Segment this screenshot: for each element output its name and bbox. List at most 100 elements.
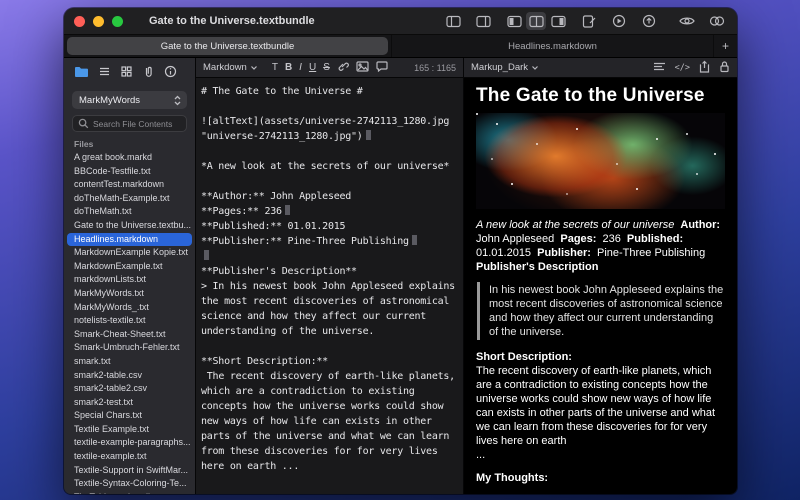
tab-gate-to-the-universe[interactable]: Gate to the Universe.textbundle — [64, 35, 391, 57]
link-chain-icon[interactable] — [337, 60, 349, 75]
zoom-button[interactable] — [112, 16, 123, 27]
list-item[interactable]: MarkdownExample Kopie.txt — [64, 246, 195, 260]
syntax-select-value: Markdown — [203, 62, 247, 73]
new-tab-button[interactable]: + — [713, 35, 737, 57]
editor-line: **Pages:** 236 — [201, 206, 282, 217]
toggle-sidebar-icon[interactable] — [443, 12, 463, 30]
preview-title: The Gate to the Universe — [476, 89, 725, 103]
list-item[interactable]: smark2-table2.csv — [64, 382, 195, 396]
file-list: A great book.markd BBCode-Testfile.txt c… — [64, 151, 195, 494]
preview-view-icon[interactable] — [548, 12, 568, 30]
list-item[interactable]: Textile-Syntax-Coloring-Te... — [64, 477, 195, 491]
tab-bar: Gate to the Universe.textbundle Headline… — [64, 35, 737, 58]
preview-blockquote: In his newest book John Appleseed explai… — [477, 282, 725, 340]
lock-icon[interactable] — [719, 60, 730, 76]
new-document-icon[interactable] — [579, 12, 599, 30]
window-title: Gate to the Universe.textbundle — [149, 15, 315, 27]
preview-header: Markup_Dark </> — [464, 58, 737, 78]
preview-ellipsis: ... — [476, 448, 725, 462]
code-icon[interactable]: </> — [675, 63, 690, 73]
title-bar[interactable]: Gate to the Universe.textbundle — [64, 8, 737, 35]
preview-pane: Markup_Dark </> The Gate — [464, 58, 737, 494]
list-item[interactable]: MarkMyWords_.txt — [64, 301, 195, 315]
short-description-label: Short Description: — [476, 350, 725, 364]
preview-meta: A new look at the secrets of our univers… — [476, 218, 725, 274]
list-item[interactable]: smark2-table.csv — [64, 369, 195, 383]
list-item[interactable]: A great book.markd — [64, 151, 195, 165]
editor-line: **Publisher's Description** — [201, 266, 357, 277]
text-style-button[interactable]: T — [272, 62, 278, 73]
chevron-down-icon — [250, 65, 258, 71]
file-search[interactable] — [72, 115, 187, 132]
style-select[interactable]: Markup_Dark — [471, 62, 539, 73]
list-item[interactable]: Smark-Umbruch-Fehler.txt — [64, 341, 195, 355]
minimize-button[interactable] — [93, 16, 104, 27]
grid-icon[interactable] — [120, 65, 133, 83]
folder-icon[interactable] — [74, 65, 89, 83]
universe-image — [476, 113, 725, 209]
list-item[interactable]: MarkMyWords.txt — [64, 287, 195, 301]
publish-icon[interactable] — [639, 12, 659, 30]
image-icon[interactable] — [356, 61, 369, 75]
run-export-icon[interactable] — [609, 12, 629, 30]
strikethrough-button[interactable]: S — [323, 62, 330, 73]
list-icon[interactable] — [98, 65, 111, 83]
underline-button[interactable]: U — [309, 62, 316, 73]
list-item[interactable]: markdownLists.txt — [64, 273, 195, 287]
editor-textarea[interactable]: # The Gate to the Universe # ![altText](… — [196, 78, 463, 494]
syntax-select[interactable]: Markdown — [203, 62, 258, 73]
list-item[interactable]: Textile Example.txt — [64, 423, 195, 437]
editor-line: # The Gate to the Universe # — [201, 86, 363, 97]
list-item[interactable]: contentTest.markdown — [64, 178, 195, 192]
invisible-char-marker — [285, 205, 290, 215]
editor-view-icon[interactable] — [504, 12, 524, 30]
list-item-selected[interactable]: Headlines.markdown — [67, 233, 192, 247]
chevron-down-icon — [531, 65, 539, 71]
style-select-value: Markup_Dark — [471, 62, 528, 73]
bold-button[interactable]: B — [285, 62, 292, 73]
files-section-label: Files — [64, 136, 195, 151]
editor-line: **Author:** John Appleseed — [201, 191, 351, 202]
link-icon[interactable] — [707, 12, 727, 30]
comment-icon[interactable] — [376, 61, 388, 75]
list-item[interactable]: smark2-test.txt — [64, 396, 195, 410]
traffic-lights — [74, 16, 123, 27]
toggle-inspector-icon[interactable] — [473, 12, 493, 30]
tab-headlines[interactable]: Headlines.markdown — [391, 35, 713, 57]
list-item[interactable]: textile-example.txt — [64, 450, 195, 464]
view-mode-group — [503, 11, 569, 31]
share-icon[interactable] — [699, 60, 710, 76]
list-item[interactable]: MarkdownExample.txt — [64, 260, 195, 274]
preview-eye-icon[interactable] — [677, 12, 697, 30]
preview-subtitle: A new look at the secrets of our univers… — [476, 219, 674, 231]
toc-icon[interactable] — [653, 61, 666, 75]
preview-next-heading: My Thoughts: — [476, 471, 725, 485]
close-button[interactable] — [74, 16, 85, 27]
list-item[interactable]: smark.txt — [64, 355, 195, 369]
rendered-preview: The Gate to the Universe A new look at t… — [464, 78, 737, 494]
library-select-value: MarkMyWords — [79, 95, 140, 106]
list-item[interactable]: textile-example-paragraphs... — [64, 436, 195, 450]
list-item[interactable]: Smark-Cheat-Sheet.txt — [64, 328, 195, 342]
list-item[interactable]: BBCode-Testfile.txt — [64, 165, 195, 179]
split-view-icon[interactable] — [526, 12, 546, 30]
list-item[interactable]: Gate to the Universe.textbu... — [64, 219, 195, 233]
app-window: Gate to the Universe.textbundle — [64, 8, 737, 494]
search-input[interactable] — [93, 119, 181, 129]
list-item[interactable]: Special Chars.txt — [64, 409, 195, 423]
invisible-char-marker — [366, 130, 371, 140]
library-select[interactable]: MarkMyWords — [72, 91, 187, 109]
list-item[interactable]: doTheMath.txt — [64, 205, 195, 219]
italic-button[interactable]: I — [299, 62, 302, 73]
list-item[interactable]: notelists-textile.txt — [64, 314, 195, 328]
invisible-char-marker — [204, 250, 209, 260]
list-item[interactable]: doTheMath-Example.txt — [64, 192, 195, 206]
character-counter: 165 : 1165 — [414, 63, 456, 73]
info-icon[interactable] — [164, 65, 177, 83]
editor-line: **Short Description:** — [201, 356, 328, 367]
list-item[interactable]: TheTable.textbundle — [64, 491, 195, 494]
editor-header: Markdown T B I U S — [196, 58, 463, 78]
paperclip-icon[interactable] — [142, 65, 155, 83]
list-item[interactable]: Textile-Support in SwiftMar... — [64, 464, 195, 478]
short-description-text: The recent discovery of earth-like plane… — [476, 364, 725, 448]
